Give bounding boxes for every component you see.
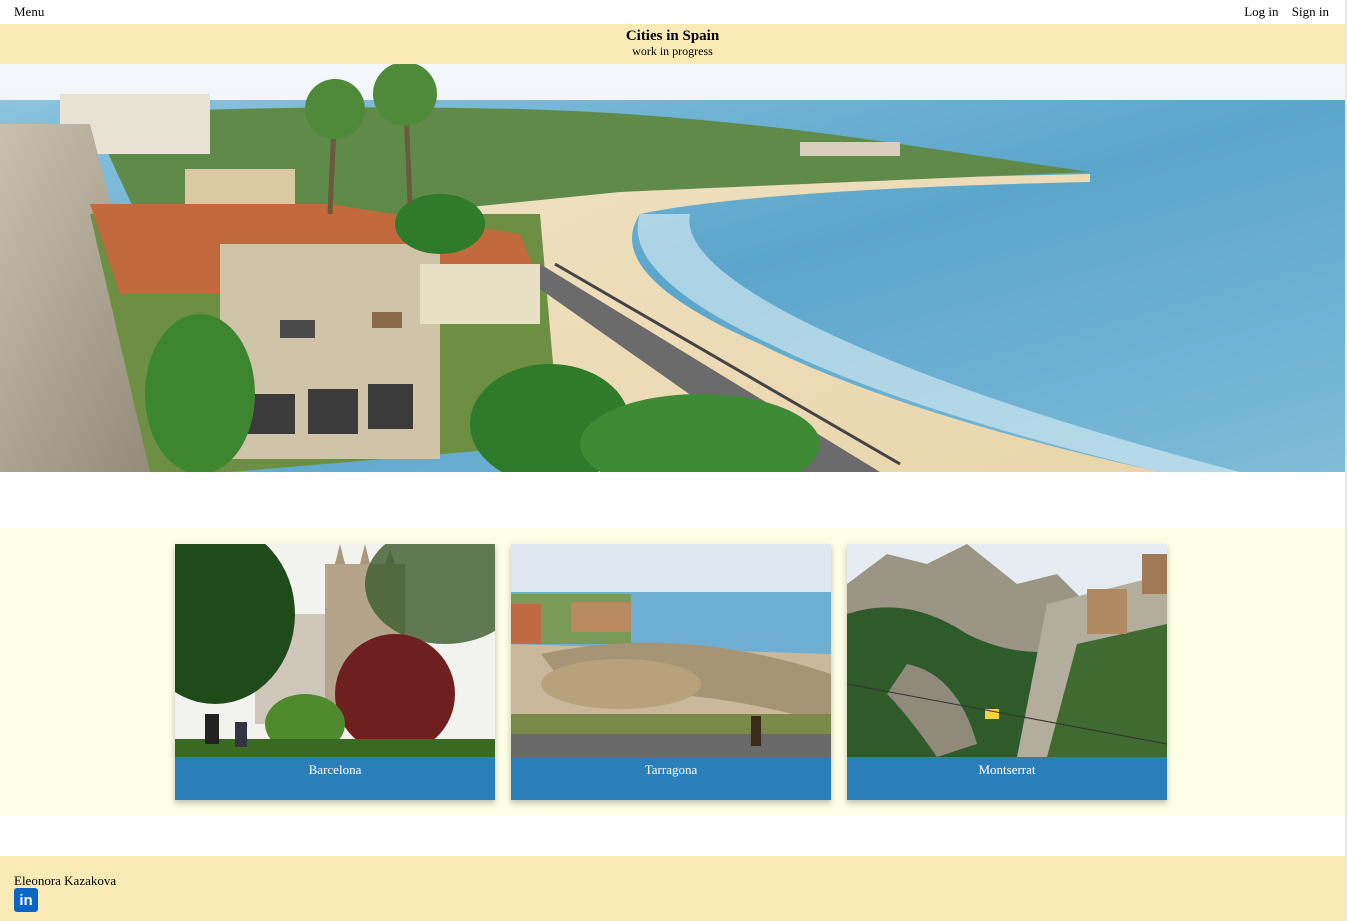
tarragona-photo [511,544,831,757]
city-card-label: Montserrat [978,762,1036,777]
top-navigation: Menu Log in Sign in [0,0,1347,24]
city-card-montserrat[interactable]: Montserrat [847,544,1167,800]
page-title: Cities in Spain [625,28,720,44]
city-card-label: Tarragona [644,762,698,777]
login-link[interactable]: Log in [1244,4,1278,19]
barcelona-photo [175,544,495,757]
menu-button[interactable]: Menu [14,4,44,20]
auth-links: Log in Sign in [1234,4,1329,20]
montserrat-photo [847,544,1167,757]
city-cards-section: Barcelona Tarragona Montserrat [0,528,1345,816]
linkedin-icon[interactable]: in [14,888,38,912]
footer-author: Eleonora Kazakova [14,873,117,888]
hero-coastline-photo [0,64,1345,472]
city-card-barcelona[interactable]: Barcelona [175,544,495,800]
page-footer: Eleonora Kazakova in [0,856,1345,921]
city-card-label: Barcelona [308,762,362,777]
signin-link[interactable]: Sign in [1292,4,1329,19]
page-subtitle: work in progress [632,44,713,58]
page-header: Cities in Spain work in progress [0,24,1345,64]
city-card-tarragona[interactable]: Tarragona [511,544,831,800]
